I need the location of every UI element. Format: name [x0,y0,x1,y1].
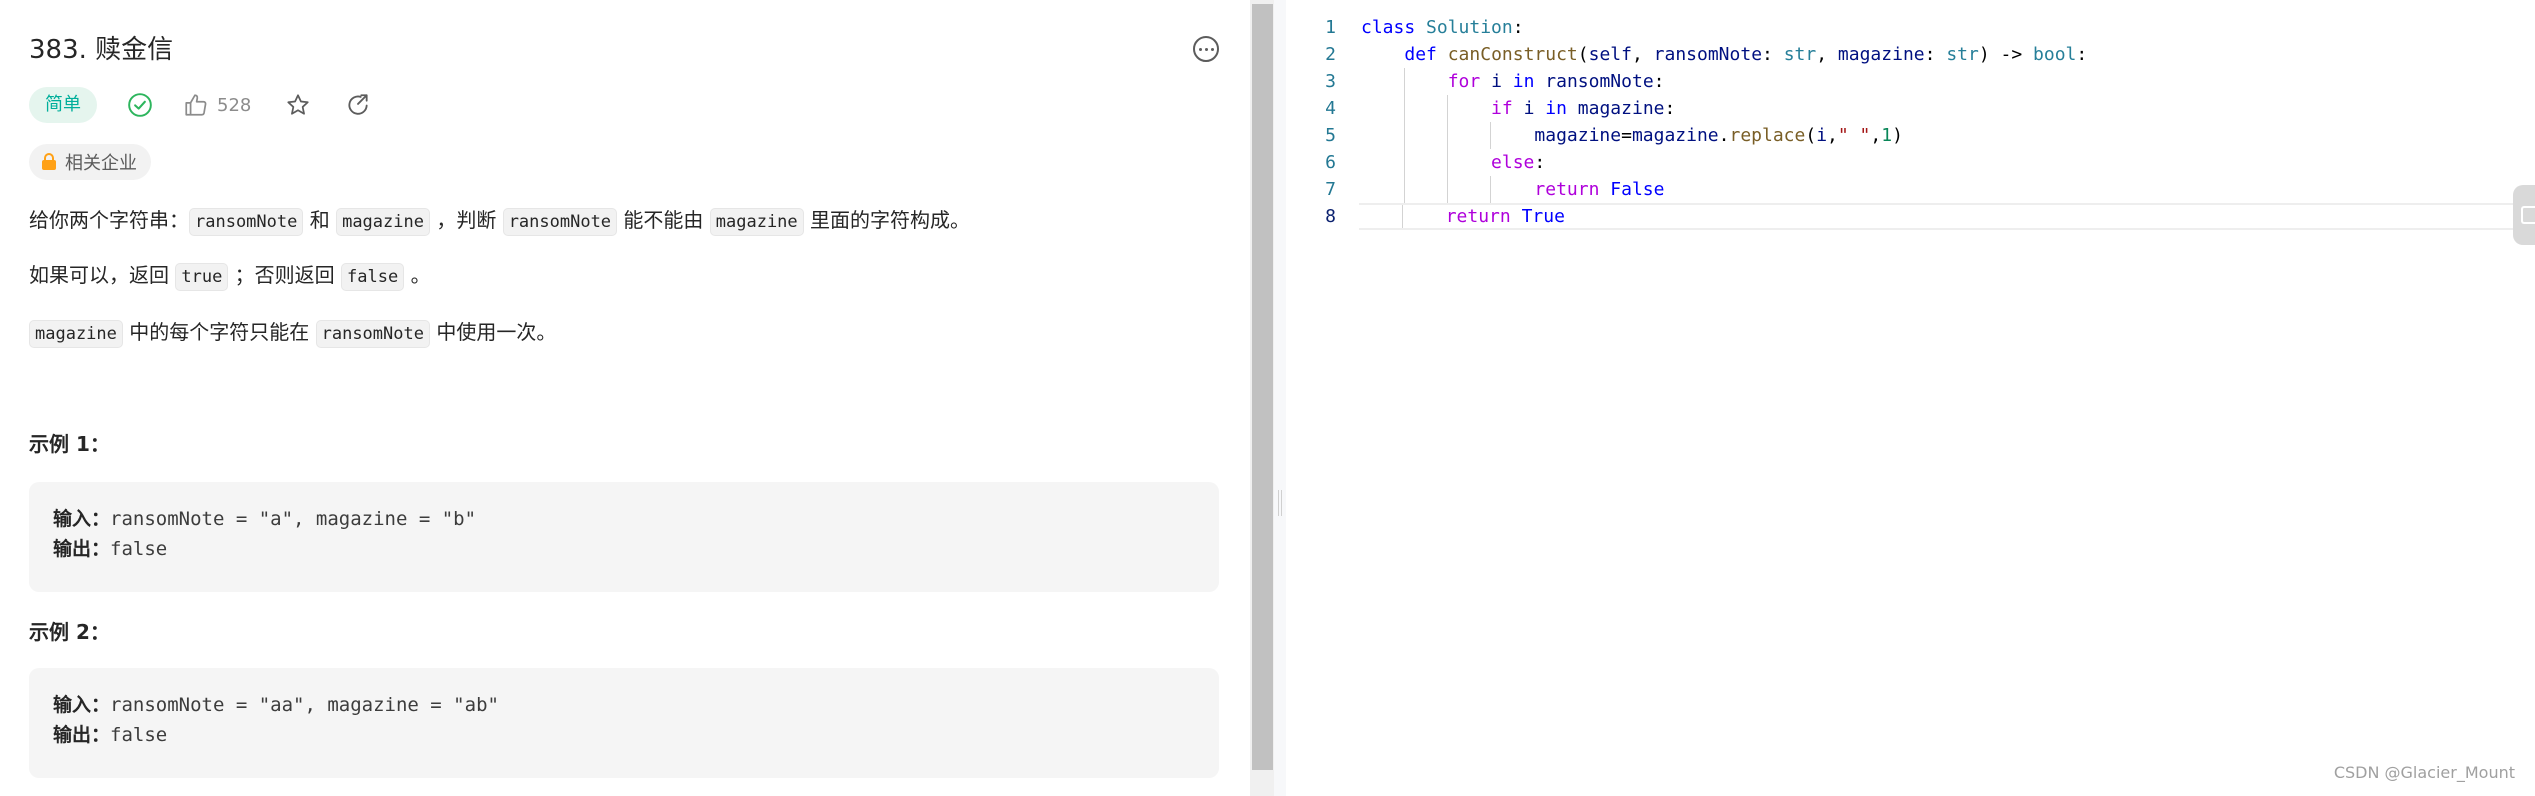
example-1-heading: 示例 1： [29,432,110,456]
problem-meta-row: 简单 528 [29,86,371,124]
like-button[interactable]: 528 [183,92,251,118]
watermark: CSDN @Glacier_Mount [2333,763,2515,782]
leetcode-workspace: 383. 赎金信 简单 528 相关企业 给你两个字符串： ransomNote… [0,0,2535,796]
code-line: magazine=magazine.replace(i," ",1) [1361,122,2531,149]
star-icon[interactable] [285,92,311,118]
example-1-block: 输入：ransomNote = "a", magazine = "b" 输出：f… [29,482,1219,592]
code-line-current: return True [1359,203,2531,230]
related-companies-button[interactable]: 相关企业 [29,144,151,180]
related-companies-label: 相关企业 [65,153,137,174]
inline-code: magazine [29,320,123,348]
inline-code: false [341,263,405,291]
line-number: 7 [1325,179,1336,200]
inline-code: ransomNote [502,208,618,236]
line-number: 6 [1325,152,1336,173]
code-editor[interactable]: 1 2 3 4 5 6 7 8 class Solution: def canC… [1286,0,2535,796]
description-paragraph-3: magazine 中的每个字符只能在 ransomNote 中使用一次。 [29,316,1219,348]
description-paragraph-2: 如果可以，返回 true ；否则返回 false 。 [29,259,1219,291]
problem-description-panel: 383. 赎金信 简单 528 相关企业 给你两个字符串： ransomNote… [0,0,1250,796]
line-number: 4 [1325,98,1336,119]
difficulty-badge[interactable]: 简单 [29,87,97,123]
title-row: 383. 赎金信 [29,28,1219,72]
more-options-button[interactable] [1193,36,1219,62]
line-number-current: 8 [1325,206,1336,227]
example-1-input: ransomNote = "a", magazine = "b" [110,508,477,530]
line-number: 5 [1325,125,1336,146]
example-1-output: false [110,538,168,560]
example-2-output: false [110,724,168,746]
code-line: def canConstruct(self, ransomNote: str, … [1404,44,2088,65]
line-number: 3 [1325,71,1336,92]
example-2-heading: 示例 2： [29,620,110,644]
example-2-input: ransomNote = "aa", magazine = "ab" [110,694,499,716]
inline-code: magazine [336,208,430,236]
line-number-gutter: 1 2 3 4 5 6 7 8 [1286,14,1336,230]
line-number: 2 [1325,44,1336,65]
panel-toggle-button[interactable] [2513,185,2535,245]
more-icon [1198,47,1202,51]
code-line: else: [1361,149,2531,176]
code-line: return False [1361,176,2531,203]
thumbs-up-icon [185,94,207,116]
expand-panel-icon [2521,206,2535,224]
solved-check-icon [128,93,152,117]
share-icon[interactable] [345,92,371,118]
code-text-area[interactable]: class Solution: def canConstruct(self, r… [1359,14,2531,230]
description-scrollbar-thumb[interactable] [1252,4,1273,770]
line-number: 1 [1325,17,1336,38]
panel-resize-handle[interactable] [1274,0,1286,796]
description-paragraph-1: 给你两个字符串： ransomNote 和 magazine ，判断 ransom… [29,204,1219,236]
like-count: 528 [217,94,252,116]
drag-grip-icon[interactable] [1278,490,1282,516]
inline-code: ransomNote [315,320,430,348]
example-2-block: 输入：ransomNote = "aa", magazine = "ab" 输出… [29,668,1219,778]
inline-code: ransomNote [189,208,304,236]
lock-icon [42,153,56,170]
problem-title: 383. 赎金信 [29,35,174,65]
code-line: class Solution: [1361,17,1524,38]
code-line: if i in magazine: [1361,95,2531,122]
inline-code: magazine [709,208,804,236]
code-line: for i in ransomNote: [1361,68,2531,95]
inline-code: true [175,263,229,291]
